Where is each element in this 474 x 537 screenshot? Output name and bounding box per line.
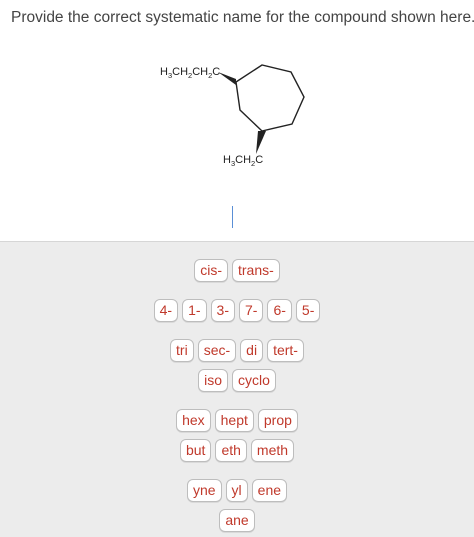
wedge-bond-top [218,72,236,85]
tile-tri[interactable]: tri [170,339,194,362]
name-builder-palette: cis- trans- 4- 1- 3- 7- 6- 5- tri sec- d… [0,242,474,537]
tile-ene[interactable]: ene [251,479,288,502]
tile-yne[interactable]: yne [186,479,222,502]
wedge-bond-bottom [256,131,266,154]
tile-hept[interactable]: hept [214,409,254,432]
tile-cis[interactable]: cis- [194,259,228,282]
locant-row: 4- 1- 3- 7- 6- 5- [0,299,474,322]
chem-text: C [255,154,264,166]
tile-locant-5[interactable]: 5- [295,299,321,322]
prefix-row-2: iso cyclo [0,369,474,392]
suffix-row: yne yl ene [0,479,474,502]
ethyl-label: H3CH2C [223,154,264,167]
tile-hex[interactable]: hex [176,409,211,432]
tile-prop[interactable]: prop [257,409,298,432]
tile-sec[interactable]: sec- [197,339,237,362]
chem-text: CH [192,66,209,78]
tile-locant-7[interactable]: 7- [239,299,264,322]
suffix-row-2: ane [0,509,474,532]
tile-tert[interactable]: tert- [267,339,304,362]
chem-text: H [160,66,168,78]
tile-trans[interactable]: trans- [231,259,280,282]
root-row: hex hept prop [0,409,474,432]
chem-text: C [212,66,221,78]
tile-iso[interactable]: iso [198,369,228,392]
structure-drawing [218,64,305,154]
chem-text: H [223,154,231,166]
root-row-2: but eth meth [0,439,474,462]
tile-locant-4[interactable]: 4- [153,299,179,322]
chemical-structure: H3CH2CH2C H3CH2C [0,0,474,200]
tile-but[interactable]: but [179,439,212,462]
tile-cyclo[interactable]: cyclo [232,369,276,392]
tile-locant-3[interactable]: 3- [210,299,235,322]
tile-locant-6[interactable]: 6- [267,299,292,322]
tile-ane[interactable]: ane [219,509,255,532]
chem-text: CH [235,154,252,166]
chem-text: CH [172,66,189,78]
tile-locant-1[interactable]: 1- [182,299,207,322]
propyl-label: H3CH2CH2C [160,66,221,79]
prefix-row: tri sec- di tert- [0,339,474,362]
tile-meth[interactable]: meth [250,439,295,462]
cycloheptane-ring [235,64,305,132]
stereo-row: cis- trans- [0,259,474,282]
tile-eth[interactable]: eth [215,439,247,462]
tile-yl[interactable]: yl [225,479,248,502]
answer-input-area[interactable] [0,196,474,242]
tile-di[interactable]: di [240,339,264,362]
text-caret [232,206,233,228]
